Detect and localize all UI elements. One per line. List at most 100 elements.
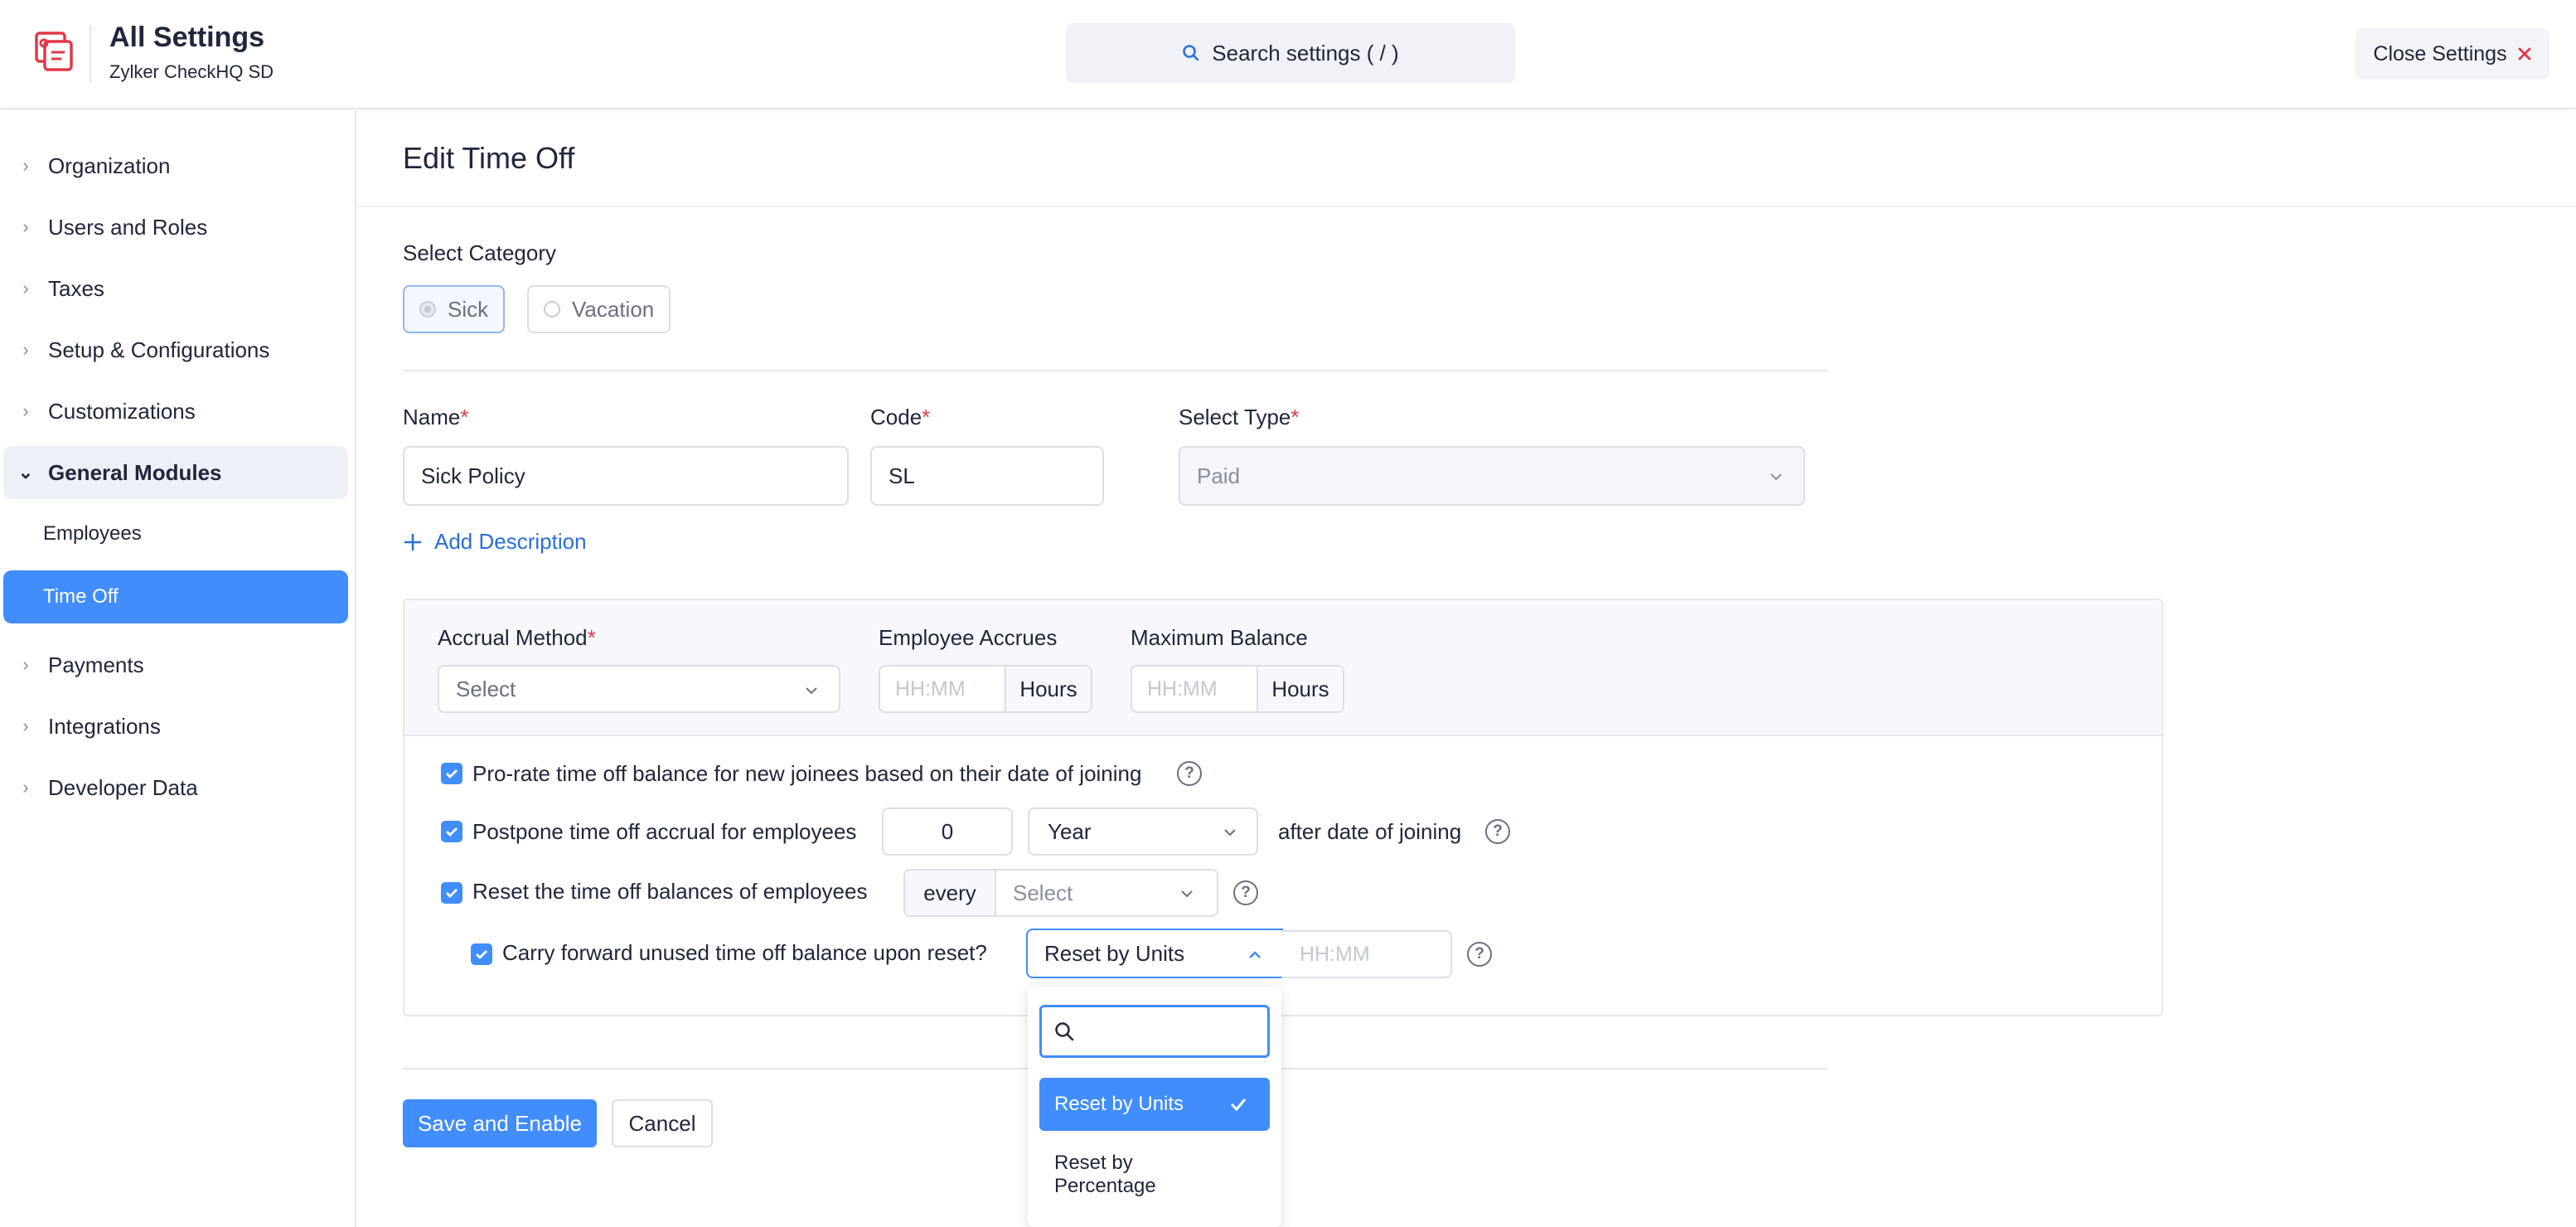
reset-checkbox[interactable] — [441, 882, 462, 904]
carry-forward-mode-value: Reset by Units — [1044, 940, 1185, 966]
radio-icon — [544, 301, 560, 318]
reset-frequency-value[interactable]: Select — [996, 871, 1217, 915]
carry-forward-hours-field[interactable]: HH:MM — [1281, 930, 1452, 978]
sidebar-item-label: General Modules — [48, 459, 222, 485]
accrual-method-label: Accrual Method* — [438, 625, 596, 651]
chevron-up-icon — [1249, 951, 1261, 958]
chevron-right-icon: › — [22, 777, 29, 798]
dropdown-option-reset-by-units[interactable]: Reset by Units — [1039, 1078, 1270, 1131]
name-field[interactable]: Sick Policy — [403, 446, 849, 506]
reset-every-label: every — [905, 871, 996, 915]
search-icon — [1055, 1022, 1074, 1041]
category-radio-vacation[interactable]: Vacation — [527, 285, 671, 333]
sidebar-item-label: Organization — [48, 153, 171, 178]
carry-forward-checkbox[interactable] — [471, 943, 492, 965]
close-icon — [2518, 47, 2530, 61]
name-label: Name* — [403, 405, 468, 430]
search-icon — [1183, 45, 1199, 61]
chevron-down-icon — [1224, 829, 1236, 837]
code-label-text: Code — [870, 405, 922, 429]
chevron-right-icon: › — [22, 654, 29, 675]
sidebar-item-label: Integrations — [48, 713, 161, 739]
category-label: Vacation — [572, 296, 655, 322]
employee-accrues-field[interactable]: HH:MM — [880, 667, 1005, 711]
chevron-right-icon: › — [22, 400, 29, 421]
settings-header: All Settings Zylker CheckHQ SD Search se… — [0, 0, 2576, 109]
postpone-duration-field[interactable]: 0 — [882, 807, 1013, 856]
type-select-value: Paid — [1197, 463, 1241, 488]
name-field-value: Sick Policy — [421, 463, 525, 488]
required-mark: * — [922, 405, 931, 429]
sidebar-item-payments[interactable]: › Payments — [3, 638, 348, 691]
help-circle-icon[interactable]: ? — [1233, 880, 1258, 905]
sidebar-item-label: Customizations — [48, 398, 196, 424]
add-description-link[interactable]: Add Description — [403, 529, 587, 555]
prorate-label: Pro-rate time off balance for new joinee… — [472, 761, 1142, 786]
category-radio-sick[interactable]: Sick — [403, 285, 506, 333]
add-description-label: Add Description — [434, 529, 587, 554]
save-and-enable-button[interactable]: Save and Enable — [403, 1099, 597, 1147]
help-circle-icon[interactable]: ? — [1177, 761, 1202, 786]
code-label: Code* — [870, 405, 930, 430]
check-icon — [446, 769, 458, 778]
sidebar-subitem-employees[interactable]: Employees — [3, 507, 348, 560]
dropdown-search-input[interactable] — [1039, 1005, 1270, 1058]
settings-sidebar: › Organization › Users and Roles › Taxes… — [0, 111, 356, 1227]
postpone-period-select[interactable]: Year — [1028, 807, 1258, 856]
select-category-label: Select Category — [403, 240, 556, 265]
sidebar-item-users-and-roles[interactable]: › Users and Roles — [3, 201, 348, 254]
organization-name: Zylker CheckHQ SD — [109, 61, 274, 82]
accrual-method-select[interactable]: Select — [438, 665, 840, 713]
section-divider — [403, 370, 1828, 371]
accrual-method-label-text: Accrual Method — [438, 625, 588, 650]
sidebar-item-organization[interactable]: › Organization — [3, 139, 348, 192]
name-label-text: Name — [403, 405, 461, 429]
maximum-balance-label: Maximum Balance — [1131, 625, 1308, 650]
check-icon — [1230, 1098, 1247, 1112]
sidebar-subitem-label: Employees — [43, 522, 142, 545]
chevron-down-icon: ⌄ — [17, 462, 34, 483]
type-label-text: Select Type — [1179, 405, 1291, 429]
help-circle-icon[interactable]: ? — [1467, 942, 1492, 967]
close-settings-label: Close Settings — [2373, 41, 2507, 65]
sidebar-subitem-time-off[interactable]: Time Off — [3, 570, 348, 623]
search-settings-button[interactable]: Search settings ( / ) — [1066, 23, 1515, 83]
maximum-balance-field[interactable]: HH:MM — [1132, 667, 1257, 711]
cancel-button[interactable]: Cancel — [612, 1099, 713, 1147]
chevron-down-icon — [1770, 473, 1782, 481]
postpone-suffix: after date of joining — [1278, 819, 1462, 844]
employee-accrues-input[interactable]: HH:MM Hours — [879, 665, 1092, 713]
sidebar-item-developer-data[interactable]: › Developer Data — [3, 761, 348, 814]
postpone-label: Postpone time off accrual for employees — [472, 819, 857, 844]
close-settings-button[interactable]: Close Settings — [2356, 28, 2549, 80]
postpone-checkbox[interactable] — [441, 821, 462, 842]
search-settings-label: Search settings ( / ) — [1212, 40, 1399, 65]
header-divider — [90, 25, 91, 83]
help-circle-icon[interactable]: ? — [1485, 819, 1510, 844]
type-label: Select Type* — [1179, 405, 1300, 430]
maximum-balance-unit: Hours — [1257, 667, 1343, 711]
app-title: All Settings — [109, 22, 265, 53]
sidebar-item-setup-configurations[interactable]: › Setup & Configurations — [3, 323, 348, 376]
chevron-down-icon — [806, 687, 817, 695]
chevron-right-icon: › — [22, 216, 29, 237]
sidebar-item-integrations[interactable]: › Integrations — [3, 700, 348, 753]
maximum-balance-input[interactable]: HH:MM Hours — [1131, 665, 1344, 713]
sidebar-item-taxes[interactable]: › Taxes — [3, 262, 348, 315]
dropdown-option-label: Reset by Percentage — [1054, 1152, 1156, 1197]
type-select[interactable]: Paid — [1179, 446, 1805, 506]
carry-forward-mode-dropdown: Reset by Units Reset by Percentage — [1028, 987, 1281, 1227]
sidebar-item-customizations[interactable]: › Customizations — [3, 385, 348, 438]
code-field-value: SL — [889, 463, 915, 488]
dropdown-option-reset-by-percentage[interactable]: Reset by Percentage — [1039, 1146, 1205, 1204]
prorate-checkbox[interactable] — [441, 763, 462, 784]
sidebar-item-label: Users and Roles — [48, 214, 208, 240]
required-mark: * — [460, 405, 469, 429]
plus-icon — [404, 533, 421, 550]
category-label: Sick — [448, 296, 489, 322]
reset-frequency-select[interactable]: every Select — [903, 869, 1218, 917]
carry-forward-mode-select[interactable]: Reset by Units — [1026, 929, 1283, 978]
code-field[interactable]: SL — [870, 446, 1104, 506]
postpone-period-value: Year — [1048, 818, 1092, 844]
sidebar-item-general-modules[interactable]: ⌄ General Modules — [3, 446, 348, 499]
